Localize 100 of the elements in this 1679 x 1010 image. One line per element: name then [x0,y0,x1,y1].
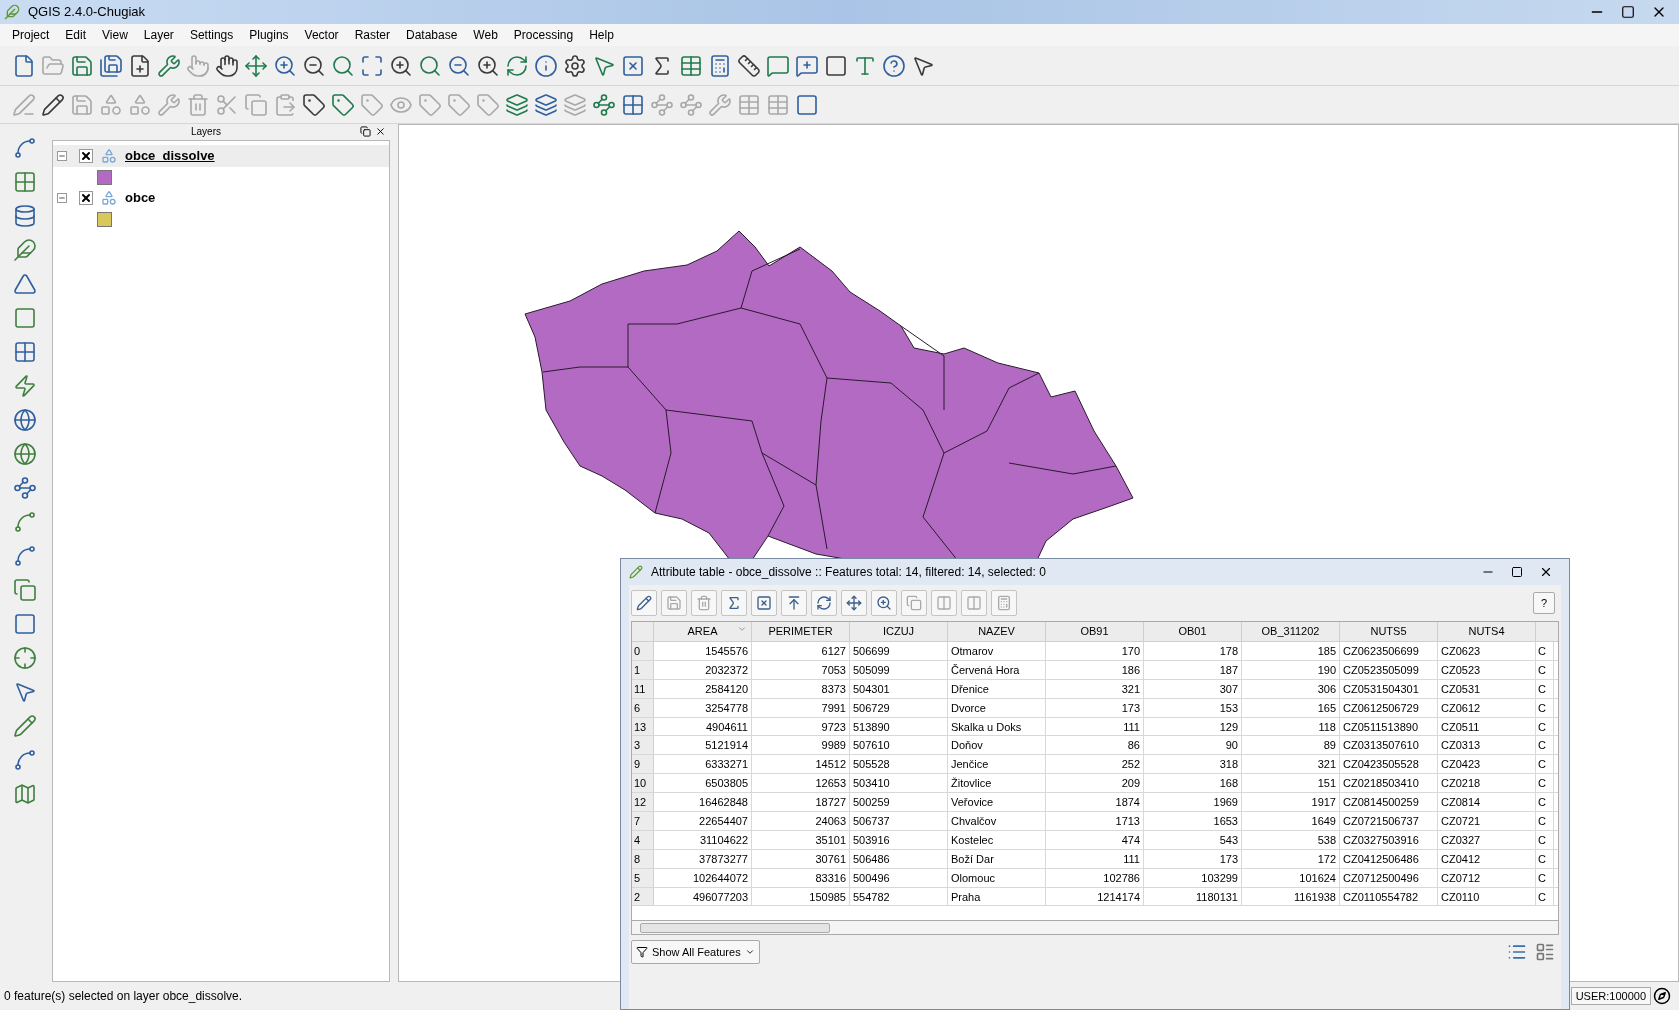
zoom-out-icon[interactable] [302,53,326,78]
column-header[interactable]: NUTS4 [1438,622,1536,641]
row-header[interactable]: 7 [632,812,654,830]
menu-item[interactable]: Plugins [241,26,297,44]
toolbar-button[interactable] [781,590,807,616]
layers-plus-icon[interactable] [534,92,558,117]
column-header[interactable]: AREA [654,622,752,641]
globe-icon[interactable] [13,442,37,466]
menu-item[interactable]: Processing [505,26,582,44]
visibility-checkbox[interactable] [79,149,93,163]
scale-field[interactable]: USER:100000 [1570,986,1651,1006]
column-header[interactable]: PERIMETER [752,622,850,641]
zoom-layer-icon[interactable] [418,53,442,78]
menu-item[interactable]: Settings [181,26,242,44]
refresh-icon[interactable] [505,53,529,78]
ruler-icon[interactable] [737,53,761,78]
close-icon[interactable] [1539,565,1553,579]
table-cell: Chvalčov [948,812,1046,830]
table-cell: 111 [1046,849,1144,868]
row-header[interactable]: 10 [632,774,654,793]
float-icon[interactable] [360,125,371,137]
maximize-icon[interactable] [1511,566,1523,578]
expand-toggle[interactable] [57,193,67,203]
help-button[interactable]: ? [1533,592,1555,614]
map-icon[interactable] [13,782,37,806]
save-icon[interactable] [70,53,94,78]
deselect-icon[interactable] [621,53,645,78]
legend-row[interactable]: obce [53,187,389,209]
maximize-icon[interactable] [1621,5,1635,19]
calculator-icon[interactable] [708,53,732,78]
table-cell: 7053 [752,660,850,679]
table-cell: C [1536,736,1554,755]
menu-item[interactable]: Layer [135,26,182,44]
legend-row[interactable]: obce_dissolve [53,145,389,167]
column-header[interactable]: NAZEV [948,622,1046,641]
row-header[interactable]: 12 [632,793,654,811]
zoom-selection-icon[interactable] [389,53,413,78]
zoom-last-icon[interactable] [447,53,471,78]
toolbar-button[interactable] [721,590,747,616]
menu-item[interactable]: Project [4,26,58,44]
zoom-full-icon[interactable] [360,53,384,78]
zoom-in-icon[interactable] [273,53,297,78]
info-icon[interactable] [534,53,558,78]
close-icon[interactable] [375,125,386,137]
row-header[interactable]: 3 [632,736,654,755]
form-view-icon[interactable] [1535,942,1555,962]
row-header[interactable]: 0 [632,642,654,660]
table-cell: 165 [1242,698,1340,717]
new-page-icon[interactable] [128,53,152,78]
pointer-icon[interactable] [13,680,37,704]
table-cell: 5121914 [654,736,752,755]
layers-icon[interactable] [505,92,529,117]
magnifier-icon[interactable] [331,53,355,78]
frame-icon[interactable] [824,53,848,78]
column-header[interactable]: OB01 [1144,622,1242,641]
toolbar-button[interactable] [871,590,897,616]
label-icon[interactable] [302,92,326,117]
hand-icon[interactable] [215,53,239,78]
expand-toggle[interactable] [57,151,67,161]
table-cell: 173 [1144,849,1242,868]
menu-item[interactable]: Edit [57,26,95,44]
new-file-icon[interactable] [12,53,36,78]
help-icon[interactable] [882,53,906,78]
speech-bubble-icon[interactable] [766,53,790,78]
table-cell: CZ0412 [1438,849,1536,868]
visibility-checkbox[interactable] [79,191,93,205]
table-icon[interactable] [679,53,703,78]
menu-item[interactable]: View [94,26,136,44]
table-cell: 1649 [1242,812,1340,830]
toolbar-button[interactable] [811,590,837,616]
menu-item[interactable]: Help [581,26,622,44]
table-pencil-icon [629,565,643,579]
menu-item[interactable]: Web [465,26,506,44]
table-cell: 474 [1046,830,1144,849]
table-cell: 1214174 [1046,887,1144,906]
column-header[interactable]: OB_311202 [1242,622,1340,641]
bubble-plus-icon[interactable] [795,53,819,78]
save-as-icon[interactable] [99,53,123,78]
column-header[interactable]: OB91 [1046,622,1144,641]
menu-item[interactable]: Database [397,26,466,44]
toolbar-button[interactable] [841,590,867,616]
filter-dropdown[interactable]: Show All Features [631,940,760,964]
menu-item[interactable]: Raster [346,26,398,44]
pencil-icon[interactable] [41,92,65,117]
crosshair-icon[interactable] [13,646,37,670]
table-cell: Olomouc [948,868,1046,887]
column-header[interactable]: ICZUJ [850,622,948,641]
label-pin-icon[interactable] [331,92,355,117]
wrench-icon[interactable] [157,53,181,78]
menu-item[interactable]: Vector [296,26,347,44]
list-view-icon[interactable] [1507,942,1527,962]
column-header[interactable]: NUTS5 [1340,622,1438,641]
zoom-next-icon[interactable] [476,53,500,78]
row-header[interactable]: 9 [632,755,654,774]
toolbar-button[interactable] [631,590,657,616]
toolbar-button[interactable] [751,590,777,616]
gear-icon[interactable] [563,53,587,78]
table-cell: CZ0511 [1438,717,1536,736]
scrollbar-thumb[interactable] [640,922,830,933]
move-arrows-icon[interactable] [244,53,268,78]
